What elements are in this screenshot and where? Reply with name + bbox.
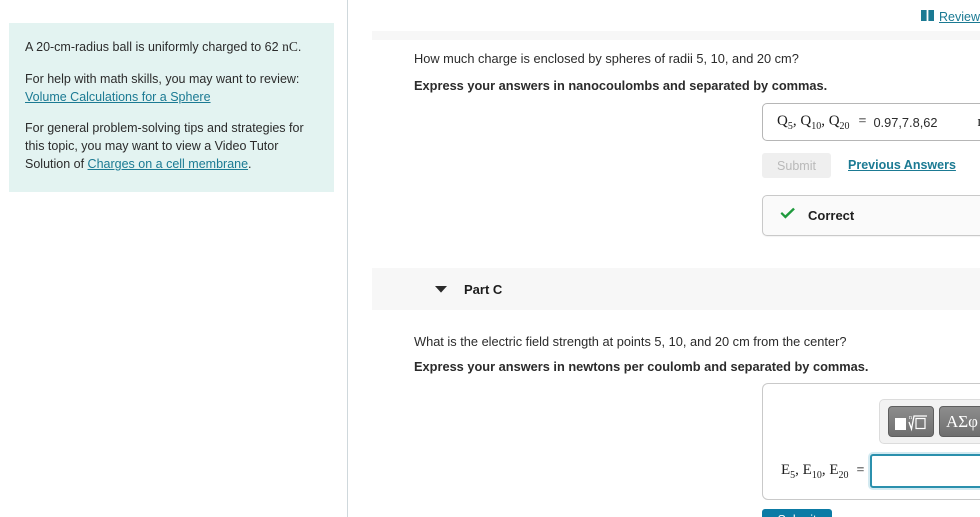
part-c-question: What is the electric field strength at p… (414, 334, 847, 349)
left-hint-pane: A 20-cm-radius ball is uniformly charged… (0, 0, 348, 517)
part-c-answer-container: n ΑΣφ E5, E10, E20 = (762, 383, 980, 500)
charges-cell-membrane-link[interactable]: Charges on a cell membrane (88, 157, 249, 171)
e10-subscript: 10 (811, 469, 822, 481)
e10-symbol: E (802, 461, 812, 478)
volume-calculations-link[interactable]: Volume Calculations for a Sphere (25, 90, 211, 104)
part-b-answer-box: Q5, Q10, Q20 = 0.97,7.8,62 nC (762, 103, 980, 141)
e20-symbol: E (829, 461, 839, 478)
charge-unit: nC (282, 39, 298, 54)
greek-symbols-label: ΑΣφ (946, 411, 978, 431)
part-b-answer-value: 0.97,7.8,62 (873, 114, 938, 130)
q10-symbol: Q (800, 112, 812, 129)
part-b-equals-sign: = (858, 114, 867, 129)
review-link[interactable]: Review (939, 10, 980, 24)
svg-text:n: n (909, 415, 912, 421)
q10-subscript: 10 (811, 120, 822, 132)
math-help-prefix: For help with math skills, you may want … (25, 71, 300, 86)
part-c-label: Part C (464, 281, 503, 297)
e20-subscript: 20 (838, 469, 849, 481)
part-b-submit-button[interactable]: Submit (762, 153, 831, 178)
q5-symbol: Q (777, 112, 788, 129)
comma-2: , (821, 112, 825, 129)
math-help-text: For help with math skills, you may want … (25, 71, 318, 107)
part-c-header[interactable]: Part C (372, 268, 980, 310)
comma-3: , (795, 461, 799, 478)
problem-statement: A 20-cm-radius ball is uniformly charged… (25, 37, 318, 57)
right-content-pane: Review How much charge is enclosed by sp… (348, 0, 980, 517)
part-b-instruction: Express your answers in nanocoulombs and… (414, 78, 828, 93)
part-c-answer-row: E5, E10, E20 = N/C (781, 454, 980, 488)
q20-subscript: 20 (839, 120, 850, 132)
review-control[interactable]: Review (921, 8, 980, 26)
math-template-button[interactable]: n (888, 406, 934, 437)
e5-symbol: E (781, 461, 791, 478)
top-bar: Review (348, 0, 980, 40)
check-icon (779, 207, 796, 225)
part-b-previous-answers-link[interactable]: Previous Answers (848, 158, 956, 172)
q20-symbol: Q (828, 112, 840, 129)
caret-down-icon[interactable] (435, 280, 447, 298)
math-toolbar: n ΑΣφ (879, 399, 980, 444)
part-c-equals-sign: = (856, 463, 865, 478)
part-c-submit-button[interactable]: Submit (762, 509, 832, 517)
part-b-feedback-label: Correct (808, 208, 855, 223)
problem-statement-text: A 20-cm-radius ball is uniformly charged… (25, 40, 283, 54)
problem-hint-panel: A 20-cm-radius ball is uniformly charged… (9, 23, 334, 192)
comma-1: , (792, 112, 797, 129)
problem-statement-period: . (297, 40, 302, 54)
part-c-answer-label: E5, E10, E20 (781, 462, 849, 481)
part-c-answer-input[interactable] (870, 454, 980, 488)
part-b-answer-label: Q5, Q10, Q20 (777, 113, 850, 132)
part-c-instruction: Express your answers in newtons per coul… (414, 359, 869, 374)
section-divider-band (372, 31, 980, 40)
book-icon (921, 8, 934, 26)
greek-symbols-button[interactable]: ΑΣφ (939, 406, 980, 437)
video-tutor-text: For general problem-solving tips and str… (25, 120, 318, 173)
video-tutor-period: . (248, 156, 252, 171)
comma-4: , (821, 461, 826, 478)
part-b-feedback-box: Correct (762, 195, 980, 236)
part-b-question: How much charge is enclosed by spheres o… (414, 51, 799, 66)
page-root: A 20-cm-radius ball is uniformly charged… (0, 0, 980, 517)
